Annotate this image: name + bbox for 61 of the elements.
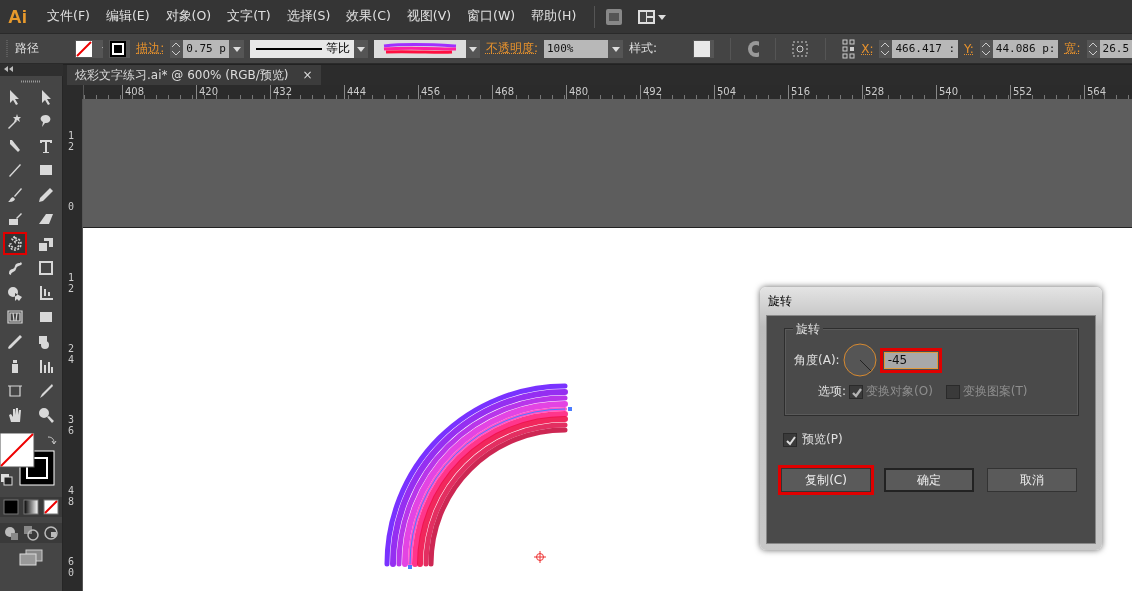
workspace-layout-icon[interactable]: [637, 8, 668, 25]
dialog-button[interactable]: 复制(C): [781, 468, 871, 492]
draw-inside-icon[interactable]: [43, 524, 59, 541]
menu-item[interactable]: 效果(C): [338, 8, 399, 25]
fill-swatch[interactable]: [74, 39, 103, 58]
close-tab-button[interactable]: ×: [302, 68, 313, 82]
draw-behind-icon[interactable]: [23, 524, 39, 541]
y-label[interactable]: Y:: [964, 41, 974, 56]
opacity-label[interactable]: 不透明度:: [485, 40, 538, 57]
ruler-label: 12: [68, 131, 74, 154]
checkbox-label[interactable]: 预览(P): [802, 431, 843, 448]
bridge-icon[interactable]: [605, 7, 624, 26]
ruler-label: 12: [68, 273, 74, 296]
none-mode-icon[interactable]: [43, 498, 59, 515]
angle-dial[interactable]: [842, 343, 877, 377]
ruler-label: 24: [68, 344, 74, 367]
draw-normal-icon[interactable]: [3, 524, 19, 541]
menu-item[interactable]: 视图(V): [398, 8, 460, 25]
menu-item[interactable]: 文件(F): [39, 8, 98, 25]
ruler-label: 60: [68, 557, 74, 580]
x-field[interactable]: 466.417 :: [879, 39, 959, 58]
color-mode-icon[interactable]: [3, 498, 19, 515]
menu-item[interactable]: 编辑(E): [97, 8, 158, 25]
collapse-icon[interactable]: [4, 66, 14, 72]
group-label: 旋转: [793, 321, 823, 338]
y-field[interactable]: 44.086 p:: [979, 39, 1059, 58]
menu-item[interactable]: 文字(T): [219, 8, 279, 25]
gradient-mode-icon[interactable]: [23, 498, 39, 515]
brush-dropdown[interactable]: [373, 39, 480, 58]
isolate-object-icon[interactable]: [791, 39, 810, 58]
rotation-origin-icon[interactable]: [533, 550, 547, 564]
stroke-weight-field[interactable]: 0.75 p: [170, 39, 244, 58]
menu-item[interactable]: 选择(S): [278, 8, 339, 25]
opacity-field[interactable]: 100%: [544, 39, 623, 58]
options-label: 选项:: [818, 383, 847, 400]
menu-item[interactable]: 窗口(W): [459, 8, 524, 25]
grip-icon[interactable]: [21, 80, 41, 83]
screen-mode-icon[interactable]: [19, 548, 43, 567]
line-sample-icon: [255, 46, 322, 51]
checkbox[interactable]: [783, 432, 797, 447]
style-label: 样式:: [629, 40, 658, 57]
menu-item[interactable]: 帮助(H): [523, 8, 585, 25]
menu-item[interactable]: 对象(O): [157, 8, 220, 25]
stroke-label[interactable]: 描边:: [136, 40, 165, 57]
ruler-label: 48: [68, 486, 74, 509]
reference-point-icon[interactable]: [841, 38, 856, 59]
style-swatch[interactable]: [693, 39, 715, 58]
ruler-label: 0: [68, 202, 74, 214]
dialog-button[interactable]: 确定: [884, 468, 974, 492]
width-label[interactable]: 宽:: [1064, 40, 1081, 57]
ruler-label: 36: [68, 415, 74, 438]
document-tab[interactable]: 炫彩文字练习.ai* @ 600% (RGB/预览) ×: [67, 65, 321, 85]
x-label[interactable]: X:: [861, 41, 874, 56]
selection-type-label: 路径: [14, 40, 39, 57]
angle-label: 角度(A):: [794, 351, 840, 369]
dialog-button[interactable]: 取消: [987, 468, 1077, 492]
app-logo: Ai: [8, 5, 27, 28]
dialog-title: 旋转: [767, 293, 793, 310]
width-field[interactable]: 26.5: [1086, 39, 1132, 58]
stroke-profile-dropdown[interactable]: 等比: [249, 39, 368, 58]
stroke-swatch[interactable]: [108, 39, 131, 58]
